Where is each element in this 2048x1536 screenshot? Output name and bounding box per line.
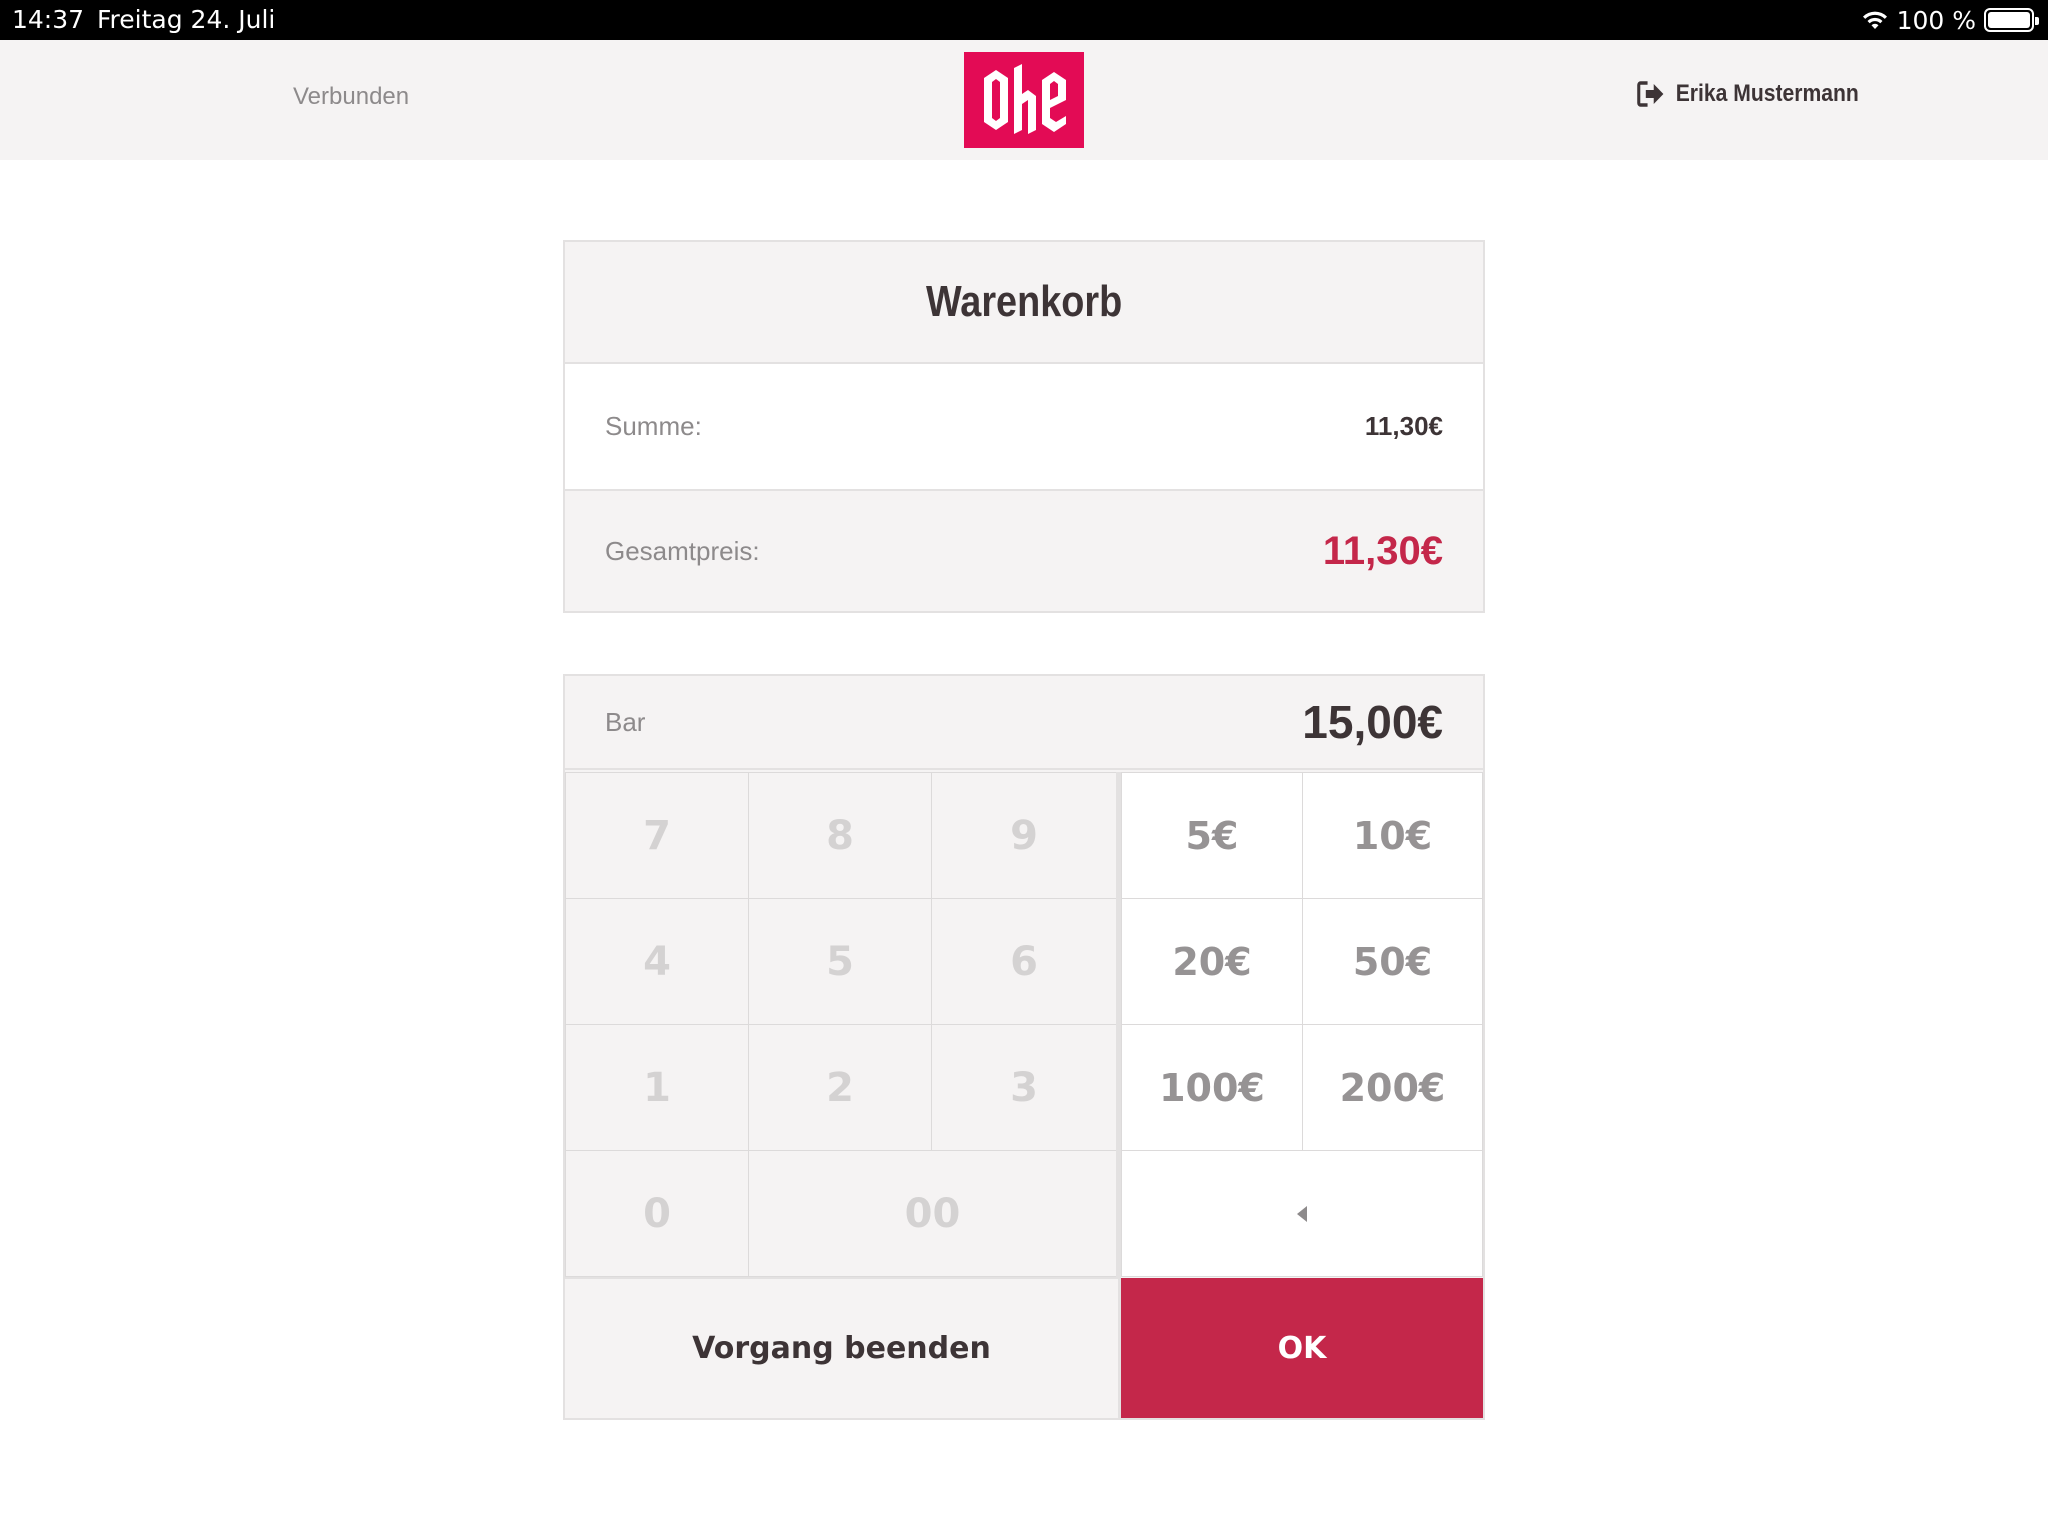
sum-label: Summe:	[605, 411, 702, 441]
key-6[interactable]: 6	[931, 898, 1117, 1025]
total-row: Gesamtpreis: 11,30€	[565, 491, 1483, 611]
brand-logo	[964, 52, 1084, 148]
key-5[interactable]: 5	[748, 898, 932, 1025]
backspace-icon	[1297, 1205, 1307, 1222]
app-header: Verbunden Erika Mustermann	[0, 40, 2048, 160]
ohe-logo-icon	[984, 64, 1066, 134]
total-label: Gesamtpreis:	[605, 535, 760, 566]
total-value: 11,30€	[1322, 528, 1443, 573]
battery-percent: 100 %	[1896, 5, 1976, 35]
wifi-icon	[1862, 11, 1887, 29]
sum-row: Summe: 11,30€	[565, 364, 1483, 491]
battery-icon	[1984, 8, 2039, 32]
key-8[interactable]: 8	[748, 772, 932, 899]
user-name: Erika Mustermann	[1675, 80, 1859, 107]
sum-value: 11,30€	[1364, 411, 1443, 441]
end-transaction-button[interactable]: Vorgang beenden	[565, 1277, 1118, 1418]
key-2[interactable]: 2	[748, 1024, 932, 1151]
user-logout[interactable]: Erika Mustermann	[1637, 80, 1859, 108]
money-key-50[interactable]: 50€	[1302, 898, 1483, 1025]
money-key-10[interactable]: 10€	[1302, 772, 1483, 899]
payment-panel: Bar 15,00€ 7 8 9 4 5 6 1 2 3 0 00 5€ 10€…	[563, 674, 1485, 1420]
key-00[interactable]: 00	[748, 1150, 1117, 1277]
key-9[interactable]: 9	[931, 772, 1117, 899]
cart-panel: Warenkorb Summe: 11,30€ Gesamtpreis: 11,…	[563, 240, 1485, 613]
payment-header: Bar 15,00€	[565, 676, 1483, 770]
key-4[interactable]: 4	[565, 898, 749, 1025]
key-1[interactable]: 1	[565, 1024, 749, 1151]
ok-button[interactable]: OK	[1121, 1278, 1483, 1418]
backspace-button[interactable]	[1121, 1150, 1483, 1277]
money-key-100[interactable]: 100€	[1121, 1024, 1303, 1151]
status-time: 14:37	[12, 5, 85, 34]
status-date: Freitag 24. Juli	[97, 5, 276, 34]
status-bar: 14:37 Freitag 24. Juli 100 %	[0, 0, 2048, 40]
money-key-5[interactable]: 5€	[1121, 772, 1303, 899]
logout-icon	[1637, 81, 1664, 107]
payment-method-label: Bar	[605, 706, 646, 737]
money-key-200[interactable]: 200€	[1302, 1024, 1483, 1151]
key-7[interactable]: 7	[565, 772, 749, 899]
key-3[interactable]: 3	[931, 1024, 1117, 1151]
money-key-20[interactable]: 20€	[1121, 898, 1303, 1025]
connection-status: Verbunden	[293, 83, 410, 110]
payment-amount: 15,00€	[1302, 696, 1443, 748]
status-right: 100 %	[1861, 5, 2039, 35]
cart-title: Warenkorb	[565, 242, 1483, 364]
key-0[interactable]: 0	[565, 1150, 749, 1277]
